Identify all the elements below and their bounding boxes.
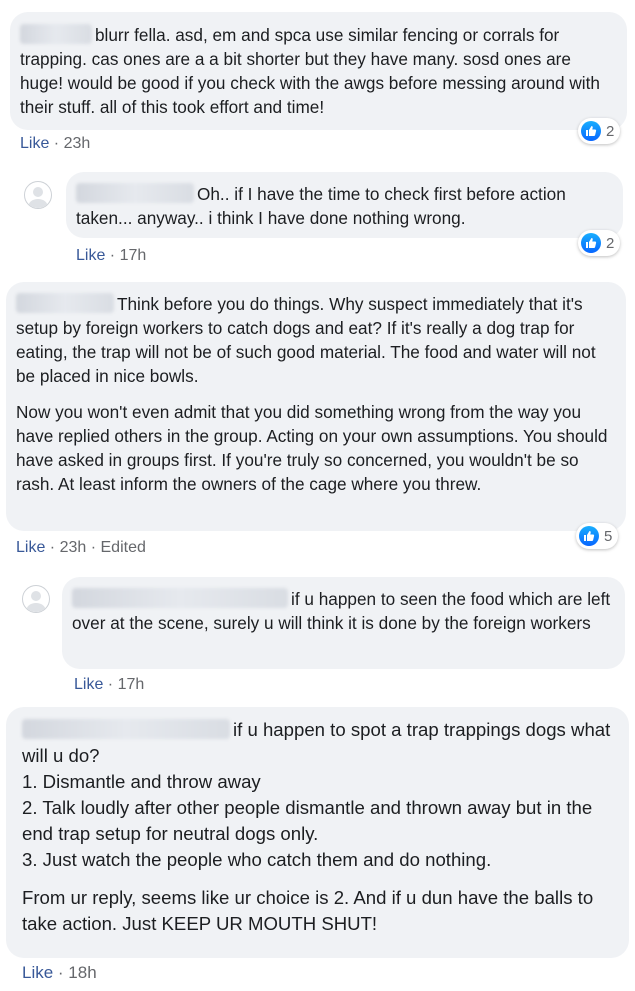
comment-bubble: if u happen to seen the food which are l… <box>62 577 625 669</box>
redacted-author-name <box>20 24 92 44</box>
comment-text: blurr fella. asd, em and spca use simila… <box>20 25 600 117</box>
like-link[interactable]: Like <box>16 539 45 556</box>
comment-text-paragraph-2: Now you won't even admit that you did so… <box>16 402 608 494</box>
timestamp[interactable]: 23h <box>64 135 91 152</box>
like-link[interactable]: Like <box>22 963 53 982</box>
timestamp[interactable]: 18h <box>68 963 96 982</box>
timestamp[interactable]: 17h <box>120 247 147 264</box>
comment-meta: Like · 18h <box>22 963 97 982</box>
reaction-count: 2 <box>606 234 615 252</box>
timestamp[interactable]: 23h <box>60 539 87 556</box>
like-link[interactable]: Like <box>20 135 49 152</box>
comment-bubble: Oh.. if I have the time to check first b… <box>66 172 623 238</box>
comment-meta: Like · 17h <box>74 676 145 693</box>
reaction-count: 5 <box>604 527 613 545</box>
redacted-author-name <box>72 588 288 608</box>
reaction-count: 2 <box>606 122 615 140</box>
redacted-author-name <box>22 719 230 739</box>
reaction-badge[interactable]: 5 <box>576 523 619 549</box>
redacted-author-name <box>76 183 194 203</box>
list-line: 1. Dismantle and throw away <box>22 771 261 792</box>
redacted-author-name <box>16 293 114 313</box>
list-line: 3. Just watch the people who catch them … <box>22 849 492 870</box>
list-line: 2. Talk loudly after other people disman… <box>22 797 593 844</box>
reaction-badge[interactable]: 2 <box>578 230 621 256</box>
like-reaction-icon <box>581 121 601 141</box>
avatar[interactable] <box>22 585 50 613</box>
comment-bubble: Think before you do things. Why suspect … <box>6 282 626 531</box>
like-reaction-icon <box>581 233 601 253</box>
reaction-badge[interactable]: 2 <box>578 118 621 144</box>
comment-bubble: blurr fella. asd, em and spca use simila… <box>10 12 627 130</box>
avatar[interactable] <box>24 181 52 209</box>
comment-meta: Like · 23h <box>20 135 91 152</box>
like-reaction-icon <box>579 526 599 546</box>
comment-meta: Like · 23h · Edited <box>16 539 146 556</box>
timestamp[interactable]: 17h <box>118 676 145 693</box>
comment-bubble: if u happen to spot a trap trappings dog… <box>6 707 629 958</box>
comment-meta: Like · 17h <box>76 247 147 264</box>
like-link[interactable]: Like <box>76 247 105 264</box>
comment-text-paragraph-2: From ur reply, seems like ur choice is 2… <box>22 887 594 934</box>
edited-label: Edited <box>100 539 146 556</box>
like-link[interactable]: Like <box>74 676 103 693</box>
